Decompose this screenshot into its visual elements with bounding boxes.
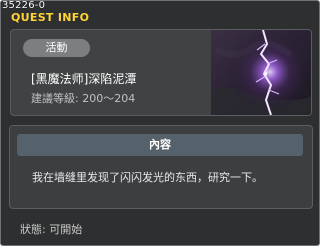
content-header: 內容 — [17, 134, 303, 156]
quest-thumbnail — [211, 30, 311, 115]
quest-level: 建議等級: 200～204 — [31, 92, 136, 105]
content-panel: 內容 我在墙缝里发现了闪闪发光的东西，研究一下。 — [9, 125, 313, 209]
quest-card[interactable]: 活動 [黑魔法师]深陷泥潭 建議等級: 200～204 — [10, 29, 312, 116]
quest-status: 狀態: 可開始 — [20, 223, 83, 236]
quest-info-window: 35226-0 QUEST INFO 活動 [黑魔法师]深陷泥潭 建議等級: 2… — [0, 0, 320, 246]
window-id-label: 35226-0 — [2, 0, 46, 11]
category-badge: 活動 — [23, 39, 90, 57]
quest-name: [黑魔法师]深陷泥潭 — [31, 72, 137, 86]
content-description: 我在墙缝里发现了闪闪发光的东西，研究一下。 — [32, 171, 263, 184]
lightning-icon — [211, 30, 311, 115]
window-title: QUEST INFO — [11, 11, 90, 24]
